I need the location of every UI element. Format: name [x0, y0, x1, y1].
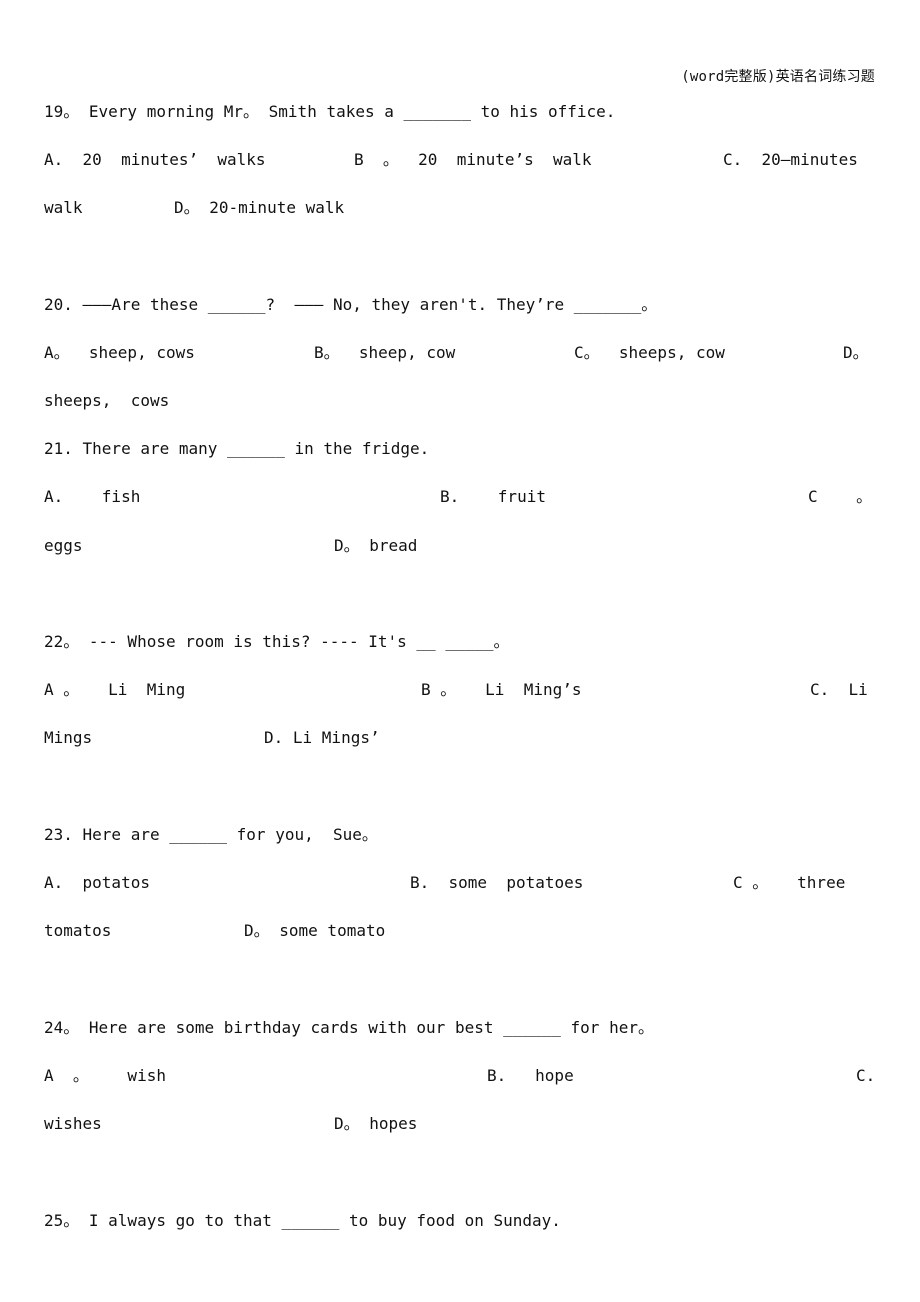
option-d: D. Li Mings’: [264, 728, 380, 747]
option-c-continued: walk: [44, 198, 83, 217]
option-d-continued: sheeps, cows: [44, 391, 170, 410]
question-20-stem: 20. ———Are these ______? ——— No, they ar…: [44, 295, 658, 314]
option-b: B. some potatoes: [410, 873, 584, 892]
option-b: B. fruit: [440, 487, 546, 506]
question-22-options-row-1: A 。 Li Ming B 。 Li Ming’s C. Li: [44, 680, 876, 700]
option-c: C。 sheeps, cow: [574, 343, 725, 362]
question-23-options-row-2: tomatos D。 some tomato: [44, 921, 876, 941]
question-21-stem: 21. There are many ______ in the fridge.: [44, 439, 430, 458]
option-d: D。 20-minute walk: [174, 198, 345, 217]
question-20-options-row-1: A。 sheep, cows B。 sheep, cow C。 sheeps, …: [44, 343, 876, 363]
option-d: D。: [843, 343, 869, 362]
question-23-stem: 23. Here are ______ for you, Sue。: [44, 825, 378, 844]
option-a: A. 20 minutes’ walks: [44, 150, 266, 169]
question-24-options-row-1: A 。 wish B. hope C.: [44, 1066, 876, 1086]
option-c-continued: Mings: [44, 728, 93, 747]
page-header-title: (word完整版)英语名词练习题: [681, 69, 875, 85]
option-d: D。 some tomato: [244, 921, 386, 940]
question-22-stem: 22。 --- Whose room is this? ---- It's __…: [44, 632, 510, 651]
question-19-stem: 19。 Every morning Mr。 Smith takes a ____…: [44, 102, 616, 121]
option-c: C 。: [808, 487, 873, 506]
question-23-options-row-1: A. potatos B. some potatoes C 。 three: [44, 873, 876, 893]
question-21-options-row-2: eggs D。 bread: [44, 536, 876, 556]
option-c-continued: eggs: [44, 536, 83, 555]
option-c: C. 20—minutes: [723, 150, 858, 169]
option-b: B 。 Li Ming’s: [421, 680, 582, 699]
option-b: B 。 20 minute’s walk: [354, 150, 592, 169]
question-25-stem: 25。 I always go to that ______ to buy fo…: [44, 1211, 561, 1230]
option-b: B。 sheep, cow: [314, 343, 456, 362]
question-19-options-row-1: A. 20 minutes’ walks B 。 20 minute’s wal…: [44, 150, 876, 170]
option-a: A. potatos: [44, 873, 150, 892]
question-24-stem: 24。 Here are some birthday cards with ou…: [44, 1018, 654, 1037]
question-21-options-row-1: A. fish B. fruit C 。: [44, 487, 876, 507]
option-c: C. Li: [810, 680, 868, 699]
question-22-options-row-2: Mings D. Li Mings’: [44, 728, 876, 748]
option-a: A 。 Li Ming: [44, 680, 186, 699]
option-d: D。 bread: [334, 536, 418, 555]
option-a: A 。 wish: [44, 1066, 166, 1085]
option-c: C 。 three: [733, 873, 846, 892]
option-d: D。 hopes: [334, 1114, 418, 1133]
option-c-continued: wishes: [44, 1114, 102, 1133]
option-a: A。 sheep, cows: [44, 343, 195, 362]
option-c-continued: tomatos: [44, 921, 112, 940]
option-a: A. fish: [44, 487, 141, 506]
option-c: C.: [856, 1066, 876, 1085]
question-20-options-row-2: sheeps, cows: [44, 391, 876, 411]
question-24-options-row-2: wishes D。 hopes: [44, 1114, 876, 1134]
option-b: B. hope: [487, 1066, 574, 1085]
question-19-options-row-2: walk D。 20-minute walk: [44, 198, 876, 218]
